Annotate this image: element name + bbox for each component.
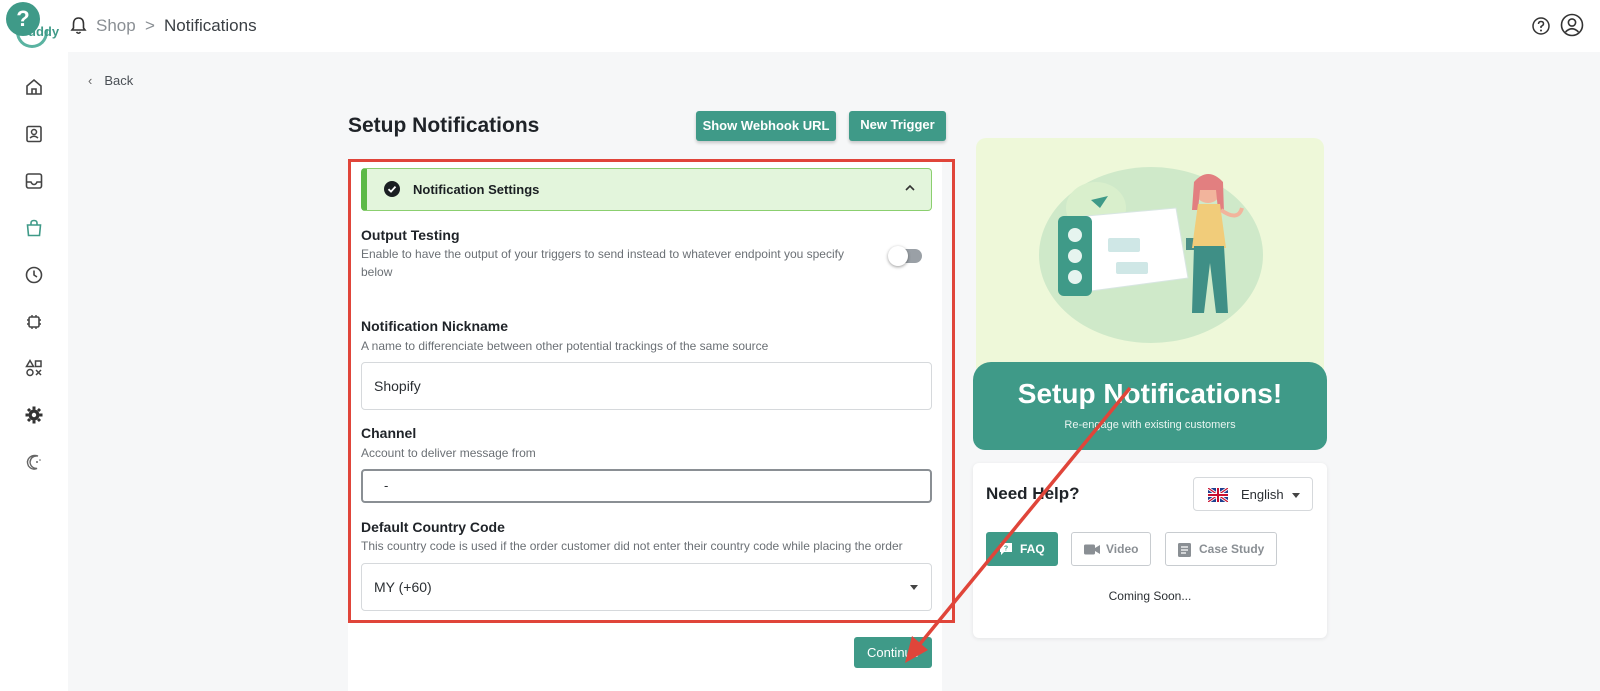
highlight-box (348, 159, 955, 623)
chevron-left-icon: ‹ (88, 73, 93, 88)
breadcrumb-separator: > (145, 16, 155, 35)
promo-subtitle: Re-engage with existing customers (1064, 419, 1236, 431)
breadcrumb-shop[interactable]: Shop (96, 15, 136, 37)
shop-bag-icon[interactable] (24, 218, 44, 238)
tab-video[interactable]: Video (1071, 532, 1151, 566)
help-icon[interactable] (1532, 17, 1550, 35)
faq-icon: ? (1000, 543, 1012, 555)
show-webhook-url-button[interactable]: Show Webhook URL (696, 111, 836, 141)
inbox-icon[interactable] (24, 171, 44, 191)
promo-illustration (1039, 167, 1263, 343)
bell-icon (70, 17, 87, 35)
coming-soon-text: Coming Soon... (1108, 589, 1192, 603)
sidebar (0, 52, 68, 691)
caret-down-icon (1292, 493, 1300, 498)
help-title: Need Help? (986, 484, 1080, 503)
integrations-icon[interactable] (24, 358, 44, 378)
back-label: Back (104, 73, 134, 88)
video-camera-icon (1084, 544, 1100, 555)
home-icon[interactable] (24, 77, 44, 97)
language-label: English (1241, 487, 1284, 502)
tab-case-study-label: Case Study (1199, 542, 1265, 556)
tab-case-study[interactable]: Case Study (1165, 532, 1277, 566)
breadcrumb-current: Notifications (164, 16, 257, 35)
page-title: Setup Notifications (348, 114, 540, 137)
document-icon (1178, 543, 1191, 557)
continue-button[interactable]: Continue (854, 637, 932, 668)
theme-moon-icon[interactable] (24, 452, 44, 472)
tab-video-label: Video (1106, 542, 1139, 556)
user-avatar-icon[interactable] (1560, 13, 1584, 37)
new-trigger-button[interactable]: New Trigger (849, 111, 946, 141)
svg-text:?: ? (1004, 546, 1008, 553)
app-logo[interactable]: at uddy ? (6, 2, 59, 48)
gear-icon[interactable] (24, 405, 44, 425)
tab-faq-label: FAQ (1020, 542, 1045, 556)
contacts-icon[interactable] (24, 124, 44, 144)
clock-icon[interactable] (24, 265, 44, 285)
tab-faq[interactable]: ? FAQ (986, 532, 1058, 566)
chip-icon[interactable] (24, 312, 44, 332)
uk-flag-icon (1208, 488, 1228, 502)
help-badge-icon[interactable]: ? (6, 2, 40, 36)
back-link[interactable]: ‹ Back (88, 73, 133, 88)
top-bar: at uddy ? Shop > Notifications (0, 0, 1600, 52)
promo-title: Setup Notifications! (1017, 378, 1283, 409)
language-select[interactable]: English (1193, 477, 1313, 511)
